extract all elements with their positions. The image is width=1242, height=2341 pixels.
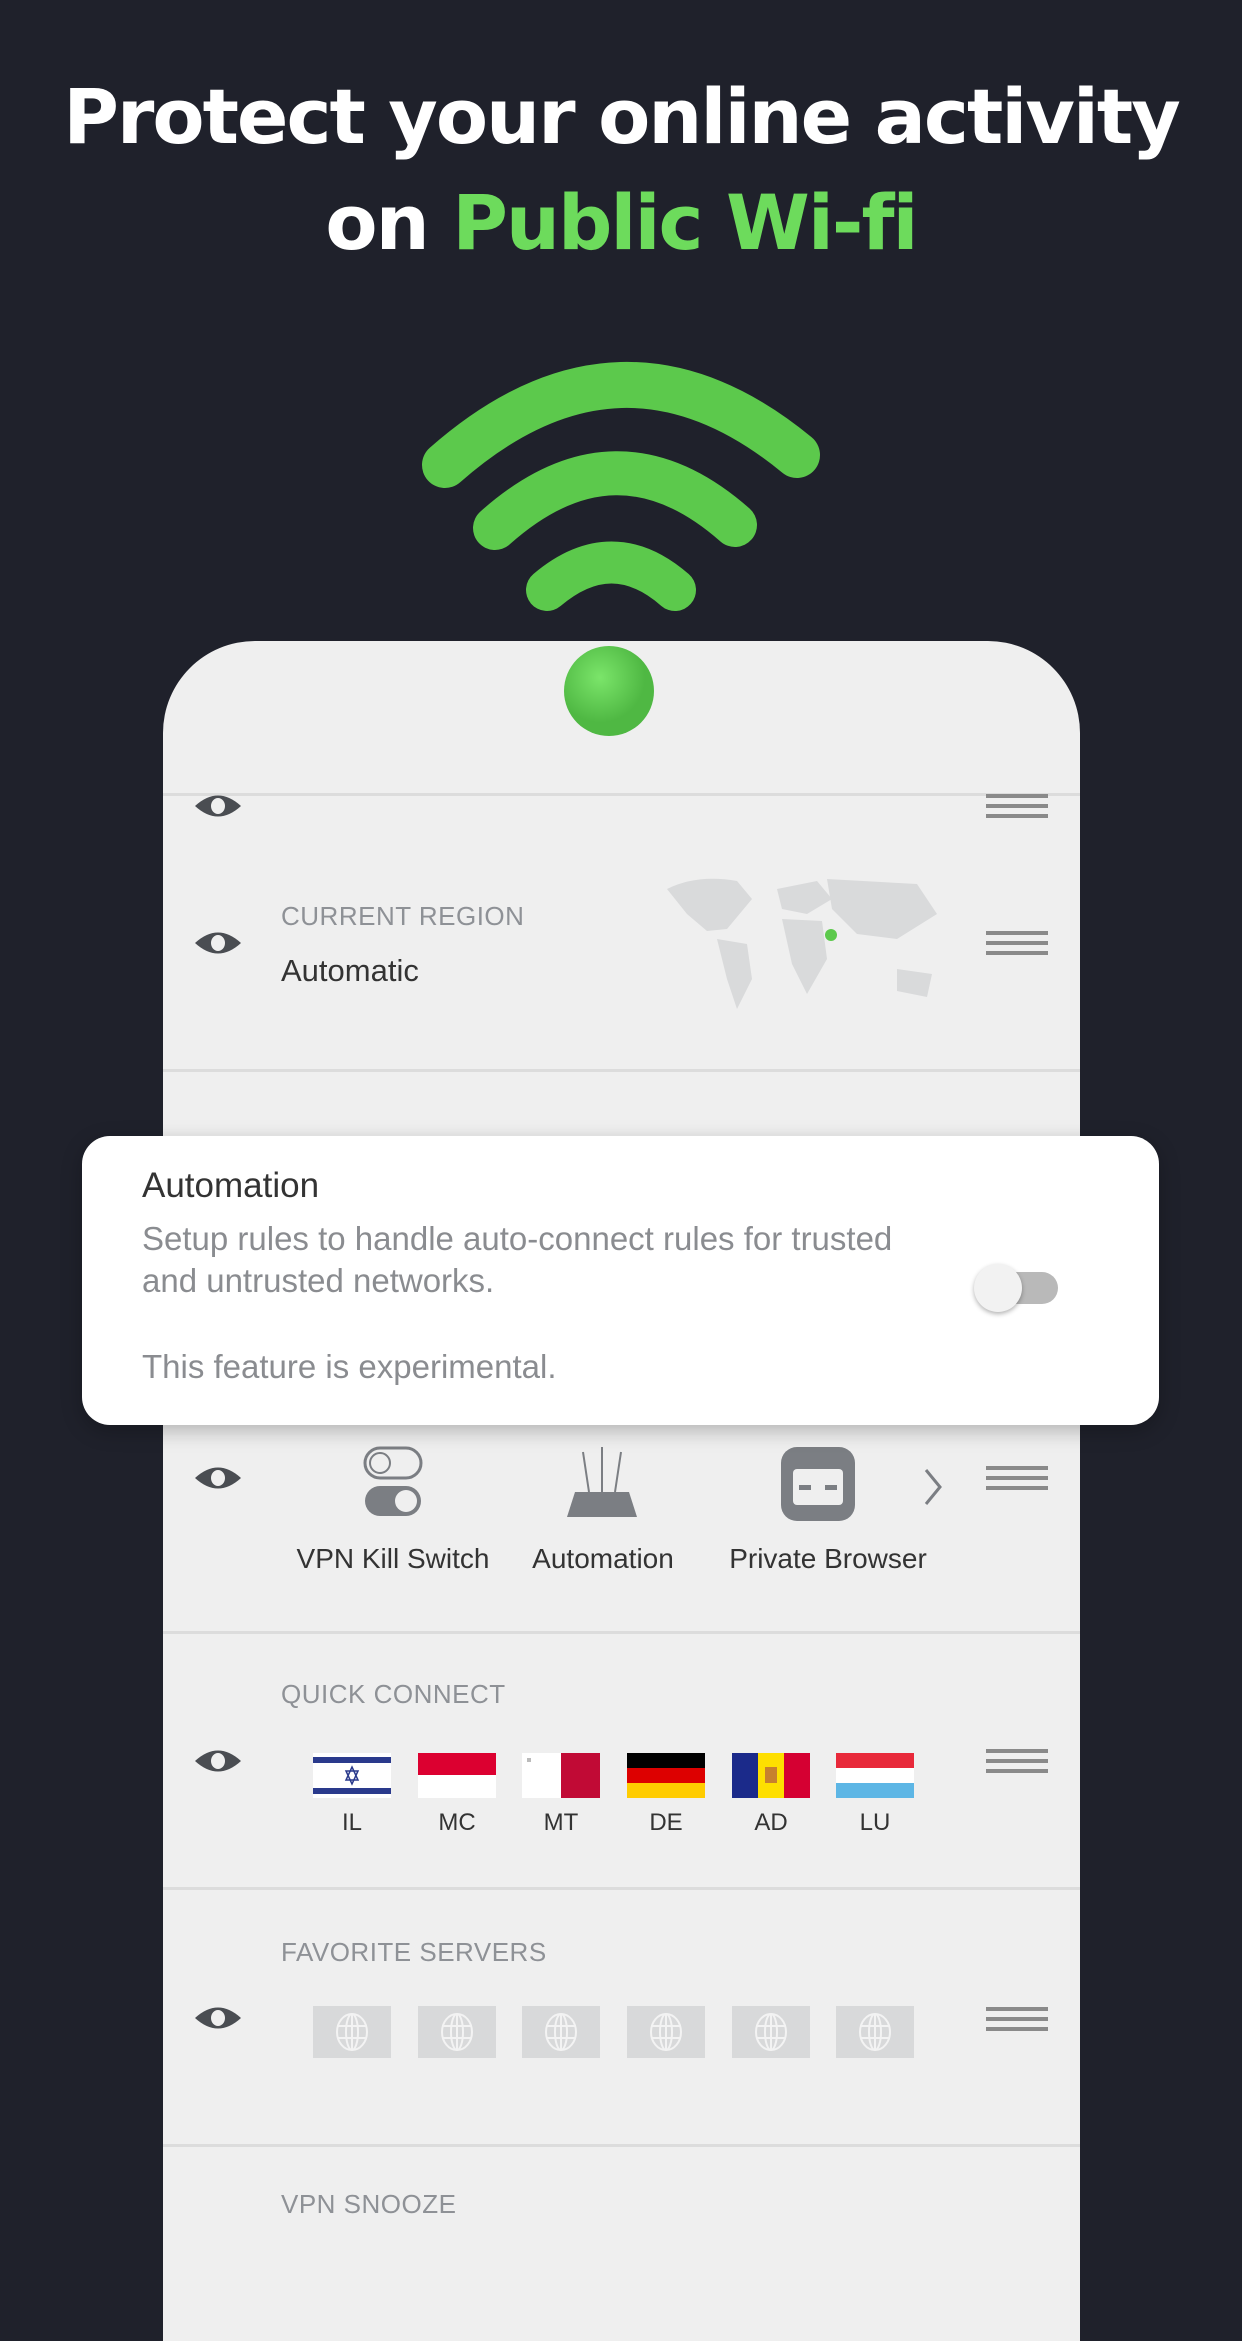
eye-icon[interactable] xyxy=(193,791,243,821)
vpn-snooze-label: VPN SNOOZE xyxy=(281,2189,457,2219)
globe-icon xyxy=(859,2013,891,2051)
divider xyxy=(163,1069,1080,1072)
flag-mc[interactable] xyxy=(418,1753,496,1798)
world-map-icon xyxy=(667,878,937,1009)
eye-icon[interactable] xyxy=(193,928,243,958)
drag-handle-icon[interactable] xyxy=(986,794,1048,818)
flag-ad[interactable] xyxy=(732,1753,810,1798)
divider xyxy=(163,1887,1080,1890)
favorite-server-slot[interactable] xyxy=(522,2006,600,2058)
headline-accent: Public Wi-fi xyxy=(452,178,918,267)
wifi-icon xyxy=(422,361,820,611)
status-dot-icon xyxy=(564,646,654,736)
feature-label[interactable]: VPN Kill Switch xyxy=(273,1543,513,1575)
chevron-right-icon[interactable] xyxy=(923,1467,943,1507)
country-code: MC xyxy=(438,1809,476,1836)
headline-line2: on Public Wi-fi xyxy=(0,178,1242,267)
kill-switch-icon[interactable] xyxy=(363,1446,423,1520)
eye-icon[interactable] xyxy=(193,2003,243,2033)
automation-toggle[interactable] xyxy=(974,1260,1062,1312)
eye-icon[interactable] xyxy=(193,1746,243,1776)
favorite-server-slot[interactable] xyxy=(418,2006,496,2058)
divider xyxy=(163,1631,1080,1634)
favorite-server-slot[interactable] xyxy=(732,2006,810,2058)
router-icon[interactable] xyxy=(565,1447,639,1521)
current-region-value[interactable]: Automatic xyxy=(281,953,419,989)
popup-note: This feature is experimental. xyxy=(142,1348,557,1385)
drag-handle-icon[interactable] xyxy=(986,1749,1048,1773)
country-code: DE xyxy=(649,1809,683,1836)
country-code: IL xyxy=(341,1809,362,1836)
globe-icon xyxy=(441,2013,473,2051)
phone-mockup: CURRENT REGION Automatic VPN Kill Switch… xyxy=(163,641,1080,2341)
drag-handle-icon[interactable] xyxy=(986,931,1048,955)
eye-icon[interactable] xyxy=(193,1463,243,1493)
favorite-server-slot[interactable] xyxy=(836,2006,914,2058)
headline-line1: Protect your online activity xyxy=(63,72,1181,161)
feature-label[interactable]: Private Browser xyxy=(698,1543,958,1575)
popup-description: Setup rules to handle auto-connect rules… xyxy=(142,1220,893,1299)
headline-prefix: on xyxy=(325,178,453,267)
favorite-server-slot[interactable] xyxy=(313,2006,391,2058)
drag-handle-icon[interactable] xyxy=(986,2007,1048,2031)
country-code: LU xyxy=(859,1809,891,1836)
drag-handle-icon[interactable] xyxy=(986,1466,1048,1490)
globe-icon xyxy=(545,2013,577,2051)
flag-lu[interactable] xyxy=(836,1753,914,1798)
globe-icon xyxy=(336,2013,368,2051)
divider xyxy=(163,793,1080,796)
flag-mt[interactable] xyxy=(522,1753,600,1798)
country-code: AD xyxy=(754,1809,788,1836)
feature-label[interactable]: Automation xyxy=(483,1543,723,1575)
divider xyxy=(163,2144,1080,2147)
automation-popup: Automation Setup rules to handle auto-co… xyxy=(82,1136,1159,1425)
favorite-servers-label: FAVORITE SERVERS xyxy=(281,1937,547,1967)
toggle-knob xyxy=(974,1264,1022,1312)
flag-il[interactable] xyxy=(313,1753,391,1798)
globe-icon xyxy=(650,2013,682,2051)
flag-de[interactable] xyxy=(627,1753,705,1798)
globe-icon xyxy=(755,2013,787,2051)
favorite-server-slot[interactable] xyxy=(627,2006,705,2058)
incognito-icon[interactable] xyxy=(781,1447,855,1521)
current-region-label: CURRENT REGION xyxy=(281,901,525,931)
quick-connect-label: QUICK CONNECT xyxy=(281,1679,506,1709)
country-code: MT xyxy=(543,1809,579,1836)
popup-title: Automation xyxy=(142,1166,320,1205)
